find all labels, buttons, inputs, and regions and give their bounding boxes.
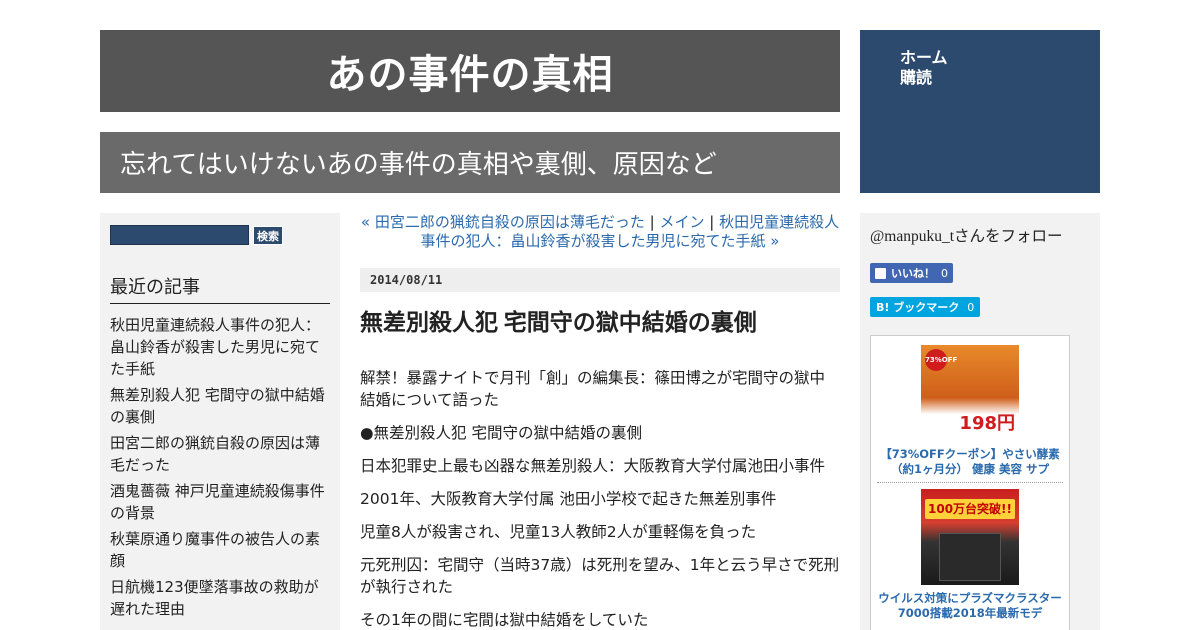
recent-posts-heading: 最近の記事 (110, 273, 330, 304)
post-paragraph: その1年の間に宅間は獄中結婚をしていた (360, 611, 649, 629)
site-title[interactable]: あの事件の真相 (327, 42, 614, 100)
post-date: 2014/08/11 (360, 268, 840, 292)
air-purifier-product-image[interactable]: 100万台突破!! (921, 489, 1019, 585)
left-sidebar: 検索 最近の記事 秋田児童連続殺人事件の犯人：畠山鈴香が殺害した男児に宛てた手紙… (100, 213, 340, 630)
post-navigation: « 田宮二郎の猟銃自殺の原因は薄毛だった | メイン | 秋田児童連続殺人事件の… (360, 213, 840, 251)
nav-home-link[interactable]: ホーム (900, 48, 1100, 68)
hatena-count: 0 (967, 300, 975, 314)
right-sidebar: @manpuku_tさんをフォロー いいね！ 0 B! ブックマーク 0 73%… (860, 213, 1100, 630)
ad-price: 198円 (959, 413, 1015, 434)
recent-post-link[interactable]: 秋葉原通り魔事件の被告人の素顔 (110, 528, 330, 572)
nav-subscribe-link[interactable]: 購読 (900, 68, 1100, 88)
hatena-bookmark-button[interactable]: B! ブックマーク 0 (870, 297, 981, 317)
main-page-link[interactable]: メイン (659, 213, 704, 231)
twitter-follow-link[interactable]: @manpuku_tさんをフォロー (870, 224, 1100, 246)
main-content: « 田宮二郎の猟銃自殺の原因は薄毛だった | メイン | 秋田児童連続殺人事件の… (360, 213, 840, 630)
site-header: あの事件の真相 (100, 30, 840, 112)
tagline-bar: 忘れてはいけないあの事件の真相や裏側、原因など (100, 132, 840, 193)
post-title: 無差別殺人犯 宅間守の獄中結婚の裏側 (360, 310, 757, 335)
recent-post-link[interactable]: 田宮二郎の猟銃自殺の原因は薄毛だった (110, 432, 330, 476)
post-paragraph: 元死刑囚：宅間守（当時37歳）は死刑を望み、1年と云う早さで死刑が執行された (360, 556, 840, 596)
post-paragraph: ●無差別殺人犯 宅間守の獄中結婚の裏側 (360, 424, 642, 442)
nav-separator: | (649, 213, 655, 231)
site-tagline: 忘れてはいけないあの事件の真相や裏側、原因など (120, 150, 717, 180)
thumbs-up-icon (875, 267, 886, 279)
recent-post-link[interactable]: 秋田児童連続殺人事件の犯人：畠山鈴香が殺害した男児に宛てた手紙 (110, 314, 330, 380)
search-input[interactable] (110, 225, 249, 245)
post-body: 解禁！暴露ナイトで月刊「創」の編集長：篠田博之が宅間守の獄中結婚について語った … (360, 367, 840, 630)
main-nav: ホーム 購読 (860, 30, 1100, 193)
search-form: 検索 (110, 225, 330, 245)
fb-like-label: いいね！ (891, 267, 935, 280)
post-paragraph: 解禁！暴露ナイトで月刊「創」の編集長：篠田博之が宅間守の獄中結婚について語った (360, 369, 826, 409)
search-button[interactable]: 検索 (253, 225, 283, 245)
air-purifier-icon (939, 533, 1001, 581)
prev-post-link[interactable]: « 田宮二郎の猟銃自殺の原因は薄毛だった (361, 213, 645, 231)
post-paragraph: 児童8人が殺害され、児童13人教師2人が重軽傷を負った (360, 523, 757, 541)
recent-post-link[interactable]: 酒鬼薔薇 神戸児童連続殺傷事件の背景 (110, 480, 330, 524)
recent-post-link[interactable]: 日航機123便墜落事故の救助が遅れた理由 (110, 576, 330, 620)
post-paragraph: 日本犯罪史上最も凶器な無差別殺人：大阪教育大学付属池田小事件 (360, 457, 826, 475)
recent-post-link[interactable]: 無差別殺人犯 宅間守の獄中結婚の裏側 (110, 384, 330, 428)
discount-badge: 73%OFF (925, 349, 957, 371)
ad-divider (877, 482, 1063, 483)
recent-posts-list: 秋田児童連続殺人事件の犯人：畠山鈴香が殺害した男児に宛てた手紙 無差別殺人犯 宅… (110, 314, 330, 620)
facebook-like-button[interactable]: いいね！ 0 (870, 263, 953, 283)
post-paragraph: 2001年、大阪教育大学付属 池田小学校で起きた無差別事件 (360, 490, 777, 508)
vegetable-product-image[interactable]: 73%OFF 198円 (921, 345, 1019, 441)
fb-like-count: 0 (941, 266, 948, 280)
ad-caption-link[interactable]: ウイルス対策にプラズマクラスター7000搭載2018年最新モデ (877, 591, 1063, 621)
nav-separator: | (709, 213, 715, 231)
ad-widget: 73%OFF 198円 【73%OFFクーポン】やさい酵素（約1ヶ月分） 健康 … (870, 335, 1070, 630)
hatena-label: B! ブックマーク (876, 301, 960, 314)
ad-caption-link[interactable]: 【73%OFFクーポン】やさい酵素（約1ヶ月分） 健康 美容 サプ (877, 447, 1063, 477)
ad-banner: 100万台突破!! (925, 499, 1015, 519)
